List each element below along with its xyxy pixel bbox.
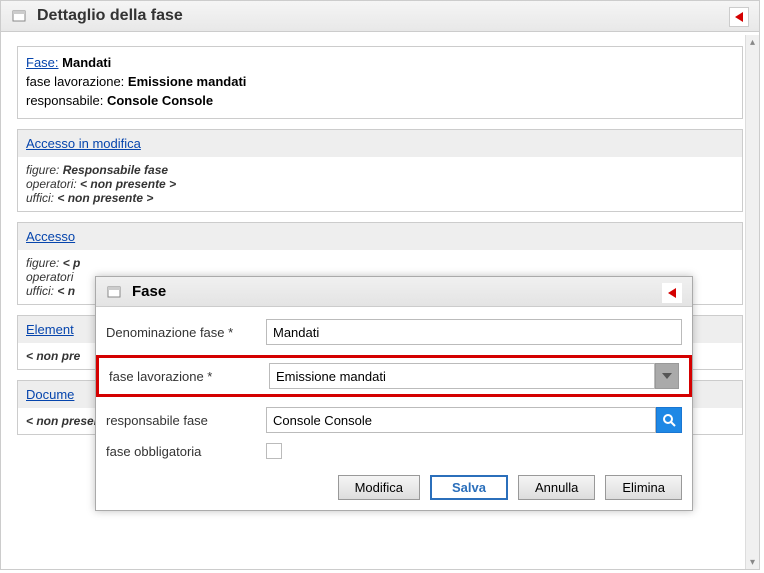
obbligatoria-row: fase obbligatoria	[106, 443, 682, 459]
fase-value: Mandati	[62, 55, 111, 70]
lavorazione-dropdown-button[interactable]	[655, 363, 679, 389]
accesso-modifica-section: Accesso in modifica figure: Responsabile…	[17, 129, 743, 212]
obbligatoria-label: fase obbligatoria	[106, 444, 266, 459]
responsabile-row: responsabile fase	[106, 407, 682, 433]
main-panel: Dettaglio della fase Fase: Mandati fase …	[0, 0, 760, 570]
elementi-value: < non pre	[26, 349, 80, 363]
back-button[interactable]	[729, 7, 749, 27]
denominazione-row: Denominazione fase *	[106, 319, 682, 345]
lavorazione-select[interactable]	[269, 363, 655, 389]
lavorazione-row: fase lavorazione *	[105, 363, 683, 389]
operatori2-label: operatori	[26, 270, 73, 284]
scroll-up-icon[interactable]: ▴	[746, 35, 759, 49]
denominazione-input[interactable]	[266, 319, 682, 345]
uffici2-label: uffici:	[26, 284, 54, 298]
window-icon	[11, 8, 27, 24]
lavorazione-modal-label: fase lavorazione *	[109, 369, 269, 384]
obbligatoria-checkbox[interactable]	[266, 443, 282, 459]
scrollbar[interactable]: ▴ ▾	[745, 35, 759, 569]
uffici-label: uffici:	[26, 191, 54, 205]
modal-title-bar: Fase	[96, 277, 692, 307]
title-bar: Dettaglio della fase	[1, 1, 759, 32]
accesso-lettura-link[interactable]: Accesso	[26, 229, 75, 244]
search-icon	[662, 413, 676, 427]
operatori-label: operatori:	[26, 177, 77, 191]
responsabile-value: Console Console	[107, 93, 213, 108]
salva-button[interactable]: Salva	[430, 475, 508, 500]
lavorazione-value: Emissione mandati	[128, 74, 246, 89]
denominazione-label: Denominazione fase *	[106, 325, 266, 340]
figure2-label: figure:	[26, 256, 59, 270]
lavorazione-label: fase lavorazione:	[26, 74, 124, 89]
figure2-value: < p	[63, 256, 81, 270]
responsabile-label: responsabile:	[26, 93, 103, 108]
modifica-button[interactable]: Modifica	[338, 475, 420, 500]
fase-label-link[interactable]: Fase:	[26, 55, 59, 70]
documenti-link[interactable]: Docume	[26, 387, 74, 402]
page-title: Dettaglio della fase	[37, 7, 183, 25]
uffici2-value: < n	[57, 284, 75, 298]
modal-back-button[interactable]	[662, 283, 682, 303]
modal-body: Denominazione fase * fase lavorazione * …	[96, 307, 692, 510]
accesso-modifica-link[interactable]: Accesso in modifica	[26, 136, 141, 151]
figure-value: Responsabile fase	[63, 163, 168, 177]
elementi-link[interactable]: Element	[26, 322, 74, 337]
lavorazione-highlight: fase lavorazione *	[96, 355, 692, 397]
responsabile-lookup-button[interactable]	[656, 407, 682, 433]
chevron-down-icon	[662, 373, 672, 379]
responsabile-modal-label: responsabile fase	[106, 413, 266, 428]
figure-label: figure:	[26, 163, 59, 177]
modal-title: Fase	[132, 283, 166, 300]
elimina-button[interactable]: Elimina	[605, 475, 682, 500]
fase-info-section: Fase: Mandati fase lavorazione: Emission…	[17, 46, 743, 119]
modal-window-icon	[106, 284, 122, 300]
responsabile-input[interactable]	[266, 407, 656, 433]
fase-modal: Fase Denominazione fase * fase lavorazio…	[95, 276, 693, 511]
annulla-button[interactable]: Annulla	[518, 475, 595, 500]
operatori-value: < non presente >	[80, 177, 176, 191]
uffici-value: < non presente >	[57, 191, 153, 205]
button-row: Modifica Salva Annulla Elimina	[106, 469, 682, 500]
scroll-down-icon[interactable]: ▾	[746, 555, 759, 569]
